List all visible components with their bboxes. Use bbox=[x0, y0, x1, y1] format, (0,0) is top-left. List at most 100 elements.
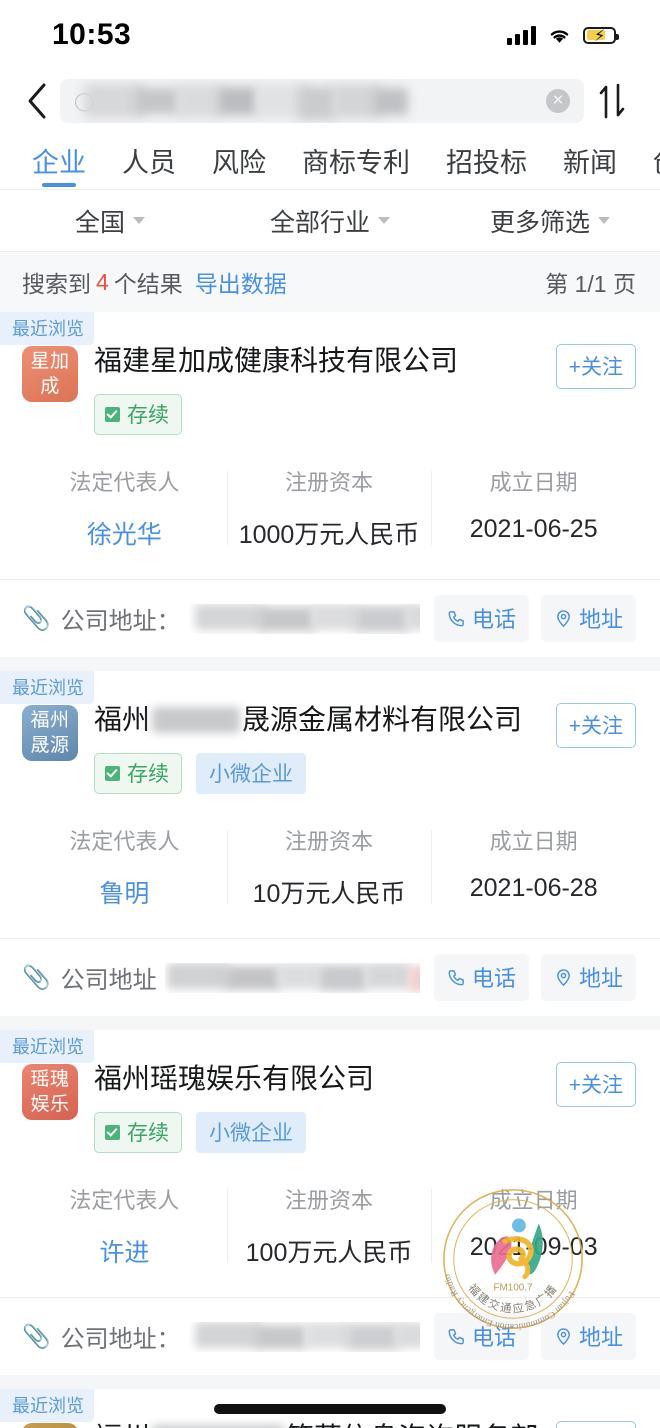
address-redacted-value bbox=[189, 1321, 420, 1352]
stat-label: 成立日期 bbox=[489, 829, 578, 854]
company-card[interactable]: 最近浏览 福州 晟源 福州 晟源金属材料有限公司 存续 小微企业 +关注 法定代… bbox=[0, 671, 660, 938]
cellular-signal-icon bbox=[507, 25, 536, 45]
stat-value: 2021-09-03 bbox=[469, 1233, 598, 1261]
company-name-text: 福建星加成健康科技有限公司 bbox=[94, 345, 459, 376]
status-time: 10:53 bbox=[52, 18, 132, 51]
stat-value: 1000万元人民币 bbox=[238, 521, 420, 549]
stat-value[interactable]: 徐光华 bbox=[22, 515, 227, 551]
badge-row: 存续 小微企业 bbox=[94, 753, 544, 794]
map-button[interactable]: 地址 bbox=[540, 954, 636, 1001]
address-label: 公司地址： bbox=[60, 608, 181, 635]
company-name[interactable]: 福州 筱蕊信息咨询服务部 bbox=[94, 1419, 544, 1428]
app-screen: 10:53 ⚡ ◯ bbox=[0, 0, 660, 1428]
status-badge: 存续 bbox=[94, 1112, 182, 1153]
map-button[interactable]: 地址 bbox=[540, 595, 636, 642]
stat-label: 注册资本 bbox=[285, 470, 374, 495]
phone-button-label: 电话 bbox=[471, 607, 516, 632]
address-actions: 电话 地址 bbox=[433, 954, 636, 1001]
check-square-icon bbox=[105, 1124, 120, 1140]
phone-button[interactable]: 电话 bbox=[433, 954, 529, 1001]
follow-button[interactable]: +关注 bbox=[555, 1421, 636, 1428]
filter-region[interactable]: 全国 bbox=[0, 203, 220, 239]
stat-label: 法定代表人 bbox=[69, 829, 180, 854]
stat-label: 注册资本 bbox=[285, 829, 374, 854]
phone-icon bbox=[448, 610, 464, 626]
stat-value[interactable]: 鲁明 bbox=[22, 874, 227, 910]
tab-personnel[interactable]: 人员 bbox=[104, 132, 194, 189]
follow-button[interactable]: +关注 bbox=[555, 703, 636, 748]
map-button[interactable]: 地址 bbox=[540, 1313, 636, 1360]
clear-search-icon[interactable]: ✕ bbox=[546, 89, 570, 113]
address-row: 📎 公司地址 电话 地址 bbox=[0, 938, 660, 1016]
home-indicator bbox=[214, 1404, 446, 1414]
phone-button[interactable]: 电话 bbox=[433, 595, 529, 642]
status-bar: 10:53 ⚡ bbox=[0, 0, 660, 70]
avatar-line-2: 晟源 bbox=[30, 735, 70, 756]
chevron-down-icon bbox=[133, 217, 145, 224]
tab-risk[interactable]: 风险 bbox=[194, 132, 284, 189]
avatar-line-1: 星加 bbox=[30, 351, 70, 372]
address-actions: 电话 地址 bbox=[433, 1313, 636, 1360]
check-square-icon bbox=[105, 406, 120, 422]
result-prefix: 搜索到 bbox=[22, 271, 91, 297]
stat-label: 法定代表人 bbox=[69, 1188, 180, 1213]
phone-icon bbox=[448, 1328, 464, 1344]
company-name[interactable]: 福建星加成健康科技有限公司 bbox=[94, 342, 544, 380]
company-name[interactable]: 福州瑶瑰娱乐有限公司 bbox=[94, 1060, 544, 1098]
address-label: 公司地址 bbox=[60, 967, 157, 994]
address-redacted-value bbox=[165, 962, 420, 993]
stat-legal-rep: 法定代表人 徐光华 bbox=[22, 465, 227, 551]
phone-button-label: 电话 bbox=[471, 966, 516, 991]
badge-row: 存续 bbox=[94, 394, 544, 435]
chevron-down-icon bbox=[378, 217, 390, 224]
company-name[interactable]: 福州 晟源金属材料有限公司 bbox=[94, 701, 544, 739]
back-button[interactable] bbox=[14, 82, 60, 120]
stat-registered-capital: 注册资本 10万元人民币 bbox=[226, 824, 432, 910]
status-badge: 存续 bbox=[94, 394, 182, 435]
location-pin-icon bbox=[557, 968, 570, 986]
location-pin-icon bbox=[557, 609, 570, 627]
stat-value[interactable]: 许进 bbox=[22, 1233, 227, 1269]
sort-updown-icon bbox=[599, 83, 625, 119]
section-divider bbox=[0, 1375, 660, 1389]
company-stats: 法定代表人 许进 注册资本 100万元人民币 成立日期 2021-09-03 bbox=[22, 1183, 636, 1297]
filter-industry-label: 全部行业 bbox=[269, 208, 370, 237]
company-name-prefix: 福州 bbox=[94, 1419, 150, 1428]
recent-view-chip: 最近浏览 bbox=[0, 1030, 94, 1063]
company-card[interactable]: 最近浏览 瑶瑰 娱乐 福州瑶瑰娱乐有限公司 存续 小微企业 +关注 法定代表人 … bbox=[0, 1030, 660, 1297]
sort-button[interactable] bbox=[584, 82, 640, 120]
result-summary-bar: 搜索到 4 个结果 导出数据 第 1/1 页 bbox=[0, 252, 660, 312]
check-square-icon bbox=[105, 765, 120, 781]
avatar: 福州 晟源 bbox=[22, 705, 78, 761]
status-icons: ⚡ bbox=[507, 25, 619, 45]
avatar-line-1: 瑶瑰 bbox=[30, 1069, 70, 1090]
avatar: 瑶瑰 娱乐 bbox=[22, 1064, 78, 1120]
address-label: 公司地址： bbox=[60, 1326, 181, 1353]
company-card[interactable]: 最近浏览 星加 成 福建星加成健康科技有限公司 存续 +关注 法定代表人 徐光华… bbox=[0, 312, 660, 579]
company-name-suffix: 晟源金属材料有限公司 bbox=[242, 704, 523, 735]
page-indicator: 第 1/1 页 bbox=[545, 271, 636, 297]
status-badge: 存续 bbox=[94, 753, 182, 794]
stat-label: 注册资本 bbox=[285, 1188, 374, 1213]
paperclip-icon: 📎 bbox=[22, 1323, 51, 1349]
stat-founded-date: 成立日期 2021-09-03 bbox=[431, 1183, 636, 1269]
avatar-line-2: 成 bbox=[40, 376, 60, 397]
tab-trademark-patent[interactable]: 商标专利 bbox=[284, 132, 428, 189]
search-input[interactable]: ◯ ✕ bbox=[60, 79, 584, 123]
tab-enterprise[interactable]: 企业 bbox=[14, 132, 104, 189]
filter-more[interactable]: 更多筛选 bbox=[440, 203, 660, 239]
location-pin-icon bbox=[557, 1327, 570, 1345]
tab-venture[interactable]: 创 bbox=[635, 132, 660, 189]
follow-button[interactable]: +关注 bbox=[555, 1062, 636, 1107]
phone-button[interactable]: 电话 bbox=[433, 1313, 529, 1360]
export-data-link[interactable]: 导出数据 bbox=[195, 265, 287, 299]
tab-bidding[interactable]: 招投标 bbox=[428, 132, 545, 189]
filter-region-label: 全国 bbox=[74, 208, 125, 237]
filter-industry[interactable]: 全部行业 bbox=[220, 203, 440, 239]
category-tabs: 企业 人员 风险 商标专利 招投标 新闻 创 bbox=[0, 132, 660, 190]
address-row: 📎 公司地址： 电话 地址 bbox=[0, 579, 660, 657]
tab-news[interactable]: 新闻 bbox=[545, 132, 635, 189]
company-name-prefix: 福州 bbox=[94, 704, 151, 735]
follow-button[interactable]: +关注 bbox=[555, 344, 636, 389]
map-button-label: 地址 bbox=[578, 966, 623, 991]
